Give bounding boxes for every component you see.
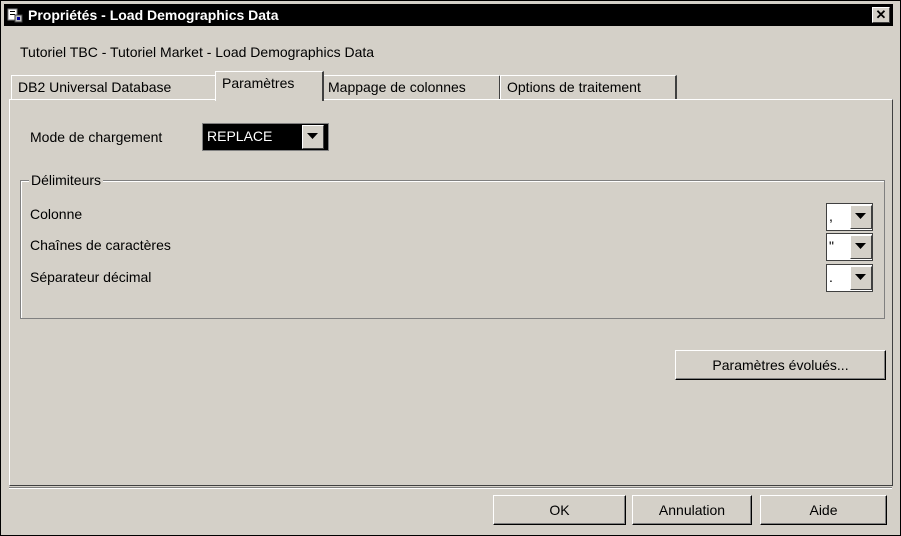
advanced-parameters-label: Paramètres évolués... — [712, 357, 849, 373]
properties-icon — [7, 8, 23, 23]
window-title: Propriétés - Load Demographics Data — [28, 7, 279, 23]
cancel-label: Annulation — [658, 502, 726, 518]
tab-mappage-de-colonnes[interactable]: Mappage de colonnes — [321, 75, 501, 100]
string-delimiter-dropdown-button[interactable] — [850, 235, 872, 259]
title-bar[interactable]: Propriétés - Load Demographics Data ✕ — [4, 4, 893, 26]
decimal-separator-value: . — [829, 269, 833, 285]
breadcrumb: Tutoriel TBC - Tutoriel Market - Load De… — [20, 44, 375, 60]
load-mode-select[interactable]: REPLACE — [202, 123, 329, 151]
ok-button[interactable]: OK — [493, 495, 626, 525]
help-label: Aide — [809, 502, 838, 518]
ok-label: OK — [549, 502, 570, 518]
tab-options-de-traitement[interactable]: Options de traitement — [500, 75, 677, 100]
string-delimiter-select[interactable]: " — [826, 233, 873, 261]
chevron-down-icon — [855, 213, 866, 219]
advanced-parameters-button[interactable]: Paramètres évolués... — [675, 350, 886, 380]
close-button[interactable]: ✕ — [872, 7, 890, 23]
cancel-button[interactable]: Annulation — [632, 495, 752, 525]
tab-parametres[interactable]: Paramètres — [215, 71, 324, 101]
tab-label: Paramètres — [222, 75, 295, 91]
column-delimiter-dropdown-button[interactable] — [850, 205, 872, 229]
tab-label: Mappage de colonnes — [328, 79, 466, 95]
tab-label: Options de traitement — [507, 79, 641, 95]
load-mode-dropdown-button[interactable] — [302, 125, 324, 149]
decimal-separator-label: Séparateur décimal — [30, 269, 152, 285]
load-mode-label: Mode de chargement — [30, 129, 163, 145]
chevron-down-icon — [855, 243, 866, 249]
close-icon: ✕ — [875, 7, 887, 22]
delimiters-title: Délimiteurs — [29, 172, 104, 188]
footer-divider — [9, 487, 892, 489]
decimal-separator-dropdown-button[interactable] — [850, 266, 872, 290]
help-button[interactable]: Aide — [760, 495, 887, 525]
tab-label: DB2 Universal Database — [18, 79, 172, 95]
properties-dialog: Propriétés - Load Demographics Data ✕ Tu… — [0, 0, 901, 536]
chevron-down-icon — [855, 274, 866, 280]
string-delimiter-label: Chaînes de caractères — [30, 237, 171, 253]
chevron-down-icon — [307, 133, 318, 139]
load-mode-value: REPLACE — [207, 128, 273, 144]
column-delimiter-label: Colonne — [30, 206, 83, 222]
column-delimiter-select[interactable]: , — [826, 203, 873, 231]
tab-db2-universal-database[interactable]: DB2 Universal Database — [11, 75, 220, 100]
string-delimiter-value: " — [829, 238, 834, 254]
decimal-separator-select[interactable]: . — [826, 264, 873, 292]
column-delimiter-value: , — [829, 208, 833, 224]
